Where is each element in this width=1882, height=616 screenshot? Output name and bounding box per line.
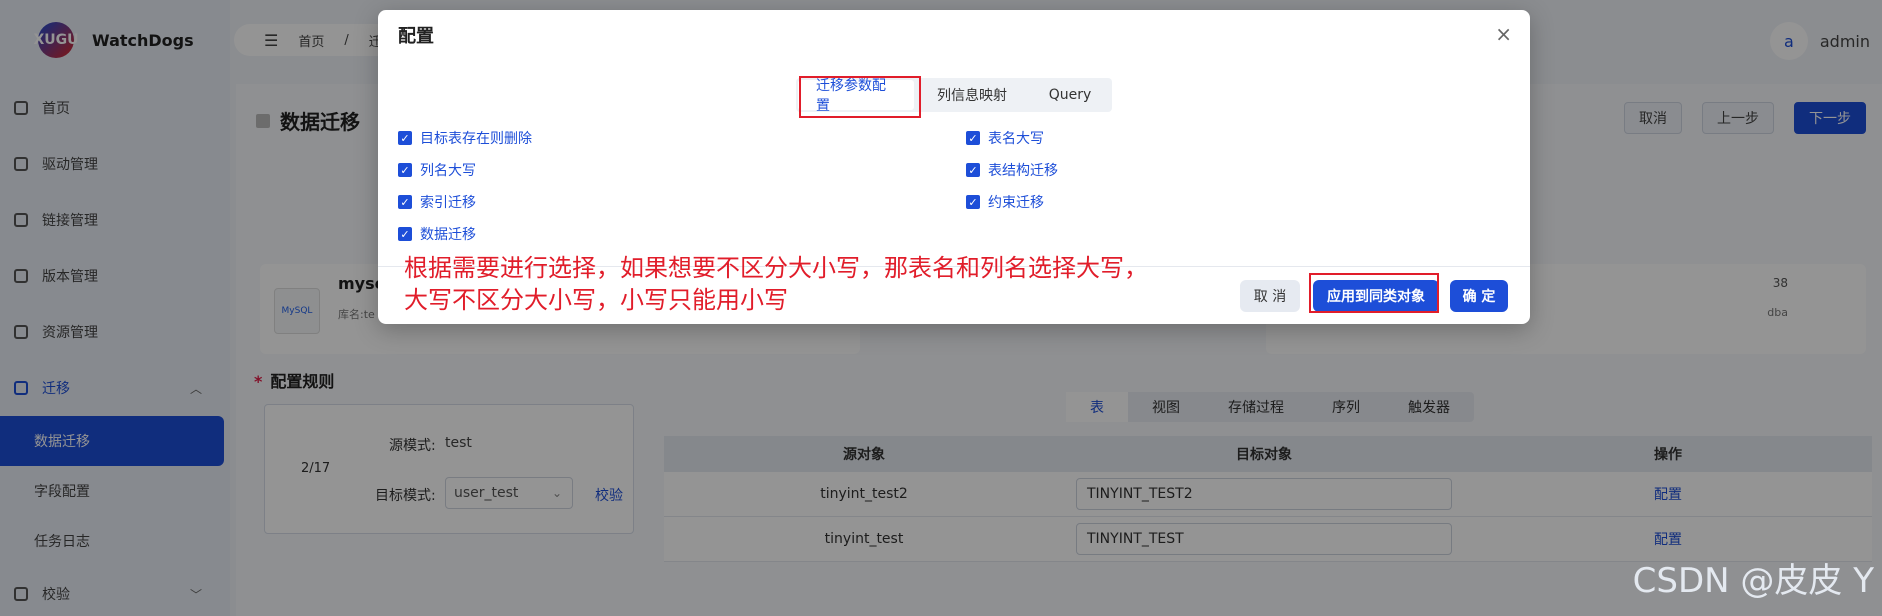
checkbox-data-migration[interactable]: ✓ 数据迁移 [398, 224, 476, 244]
checkbox-checked-icon: ✓ [966, 195, 980, 209]
checkbox-constraint-migration[interactable]: ✓ 约束迁移 [966, 192, 1044, 212]
watermark: CSDN @皮皮 Y [1632, 561, 1874, 601]
highlight-apply-box [1309, 273, 1439, 313]
modal-ok-button[interactable]: 确 定 [1450, 280, 1508, 312]
checkbox-checked-icon: ✓ [398, 131, 412, 145]
checkbox-checked-icon: ✓ [398, 163, 412, 177]
annotation-text: 根据需要进行选择，如果想要不区分大小写，那表名和列名选择大写， 大写不区分大小写… [404, 254, 1148, 314]
tab-query[interactable]: Query [1030, 78, 1110, 112]
checkbox-checked-icon: ✓ [398, 195, 412, 209]
checkbox-index-migration[interactable]: ✓ 索引迁移 [398, 192, 476, 212]
modal-cancel-button[interactable]: 取 消 [1240, 280, 1300, 312]
modal-title: 配置 [398, 26, 434, 47]
checkbox-checked-icon: ✓ [966, 163, 980, 177]
checkbox-column-upper[interactable]: ✓ 列名大写 [398, 160, 476, 180]
checkbox-structure-migration[interactable]: ✓ 表结构迁移 [966, 160, 1058, 180]
close-icon[interactable]: × [1495, 24, 1512, 44]
tab-column-mapping[interactable]: 列信息映射 [914, 78, 1030, 112]
checkbox-drop-existing[interactable]: ✓ 目标表存在则删除 [398, 128, 532, 148]
highlight-tab-box [799, 76, 921, 118]
checkbox-table-upper[interactable]: ✓ 表名大写 [966, 128, 1044, 148]
checkbox-checked-icon: ✓ [398, 227, 412, 241]
config-modal: 配置 × 迁移参数配置 列信息映射 Query ✓ 目标表存在则删除 ✓ 列名大写 … [378, 10, 1530, 324]
checkbox-checked-icon: ✓ [966, 131, 980, 145]
